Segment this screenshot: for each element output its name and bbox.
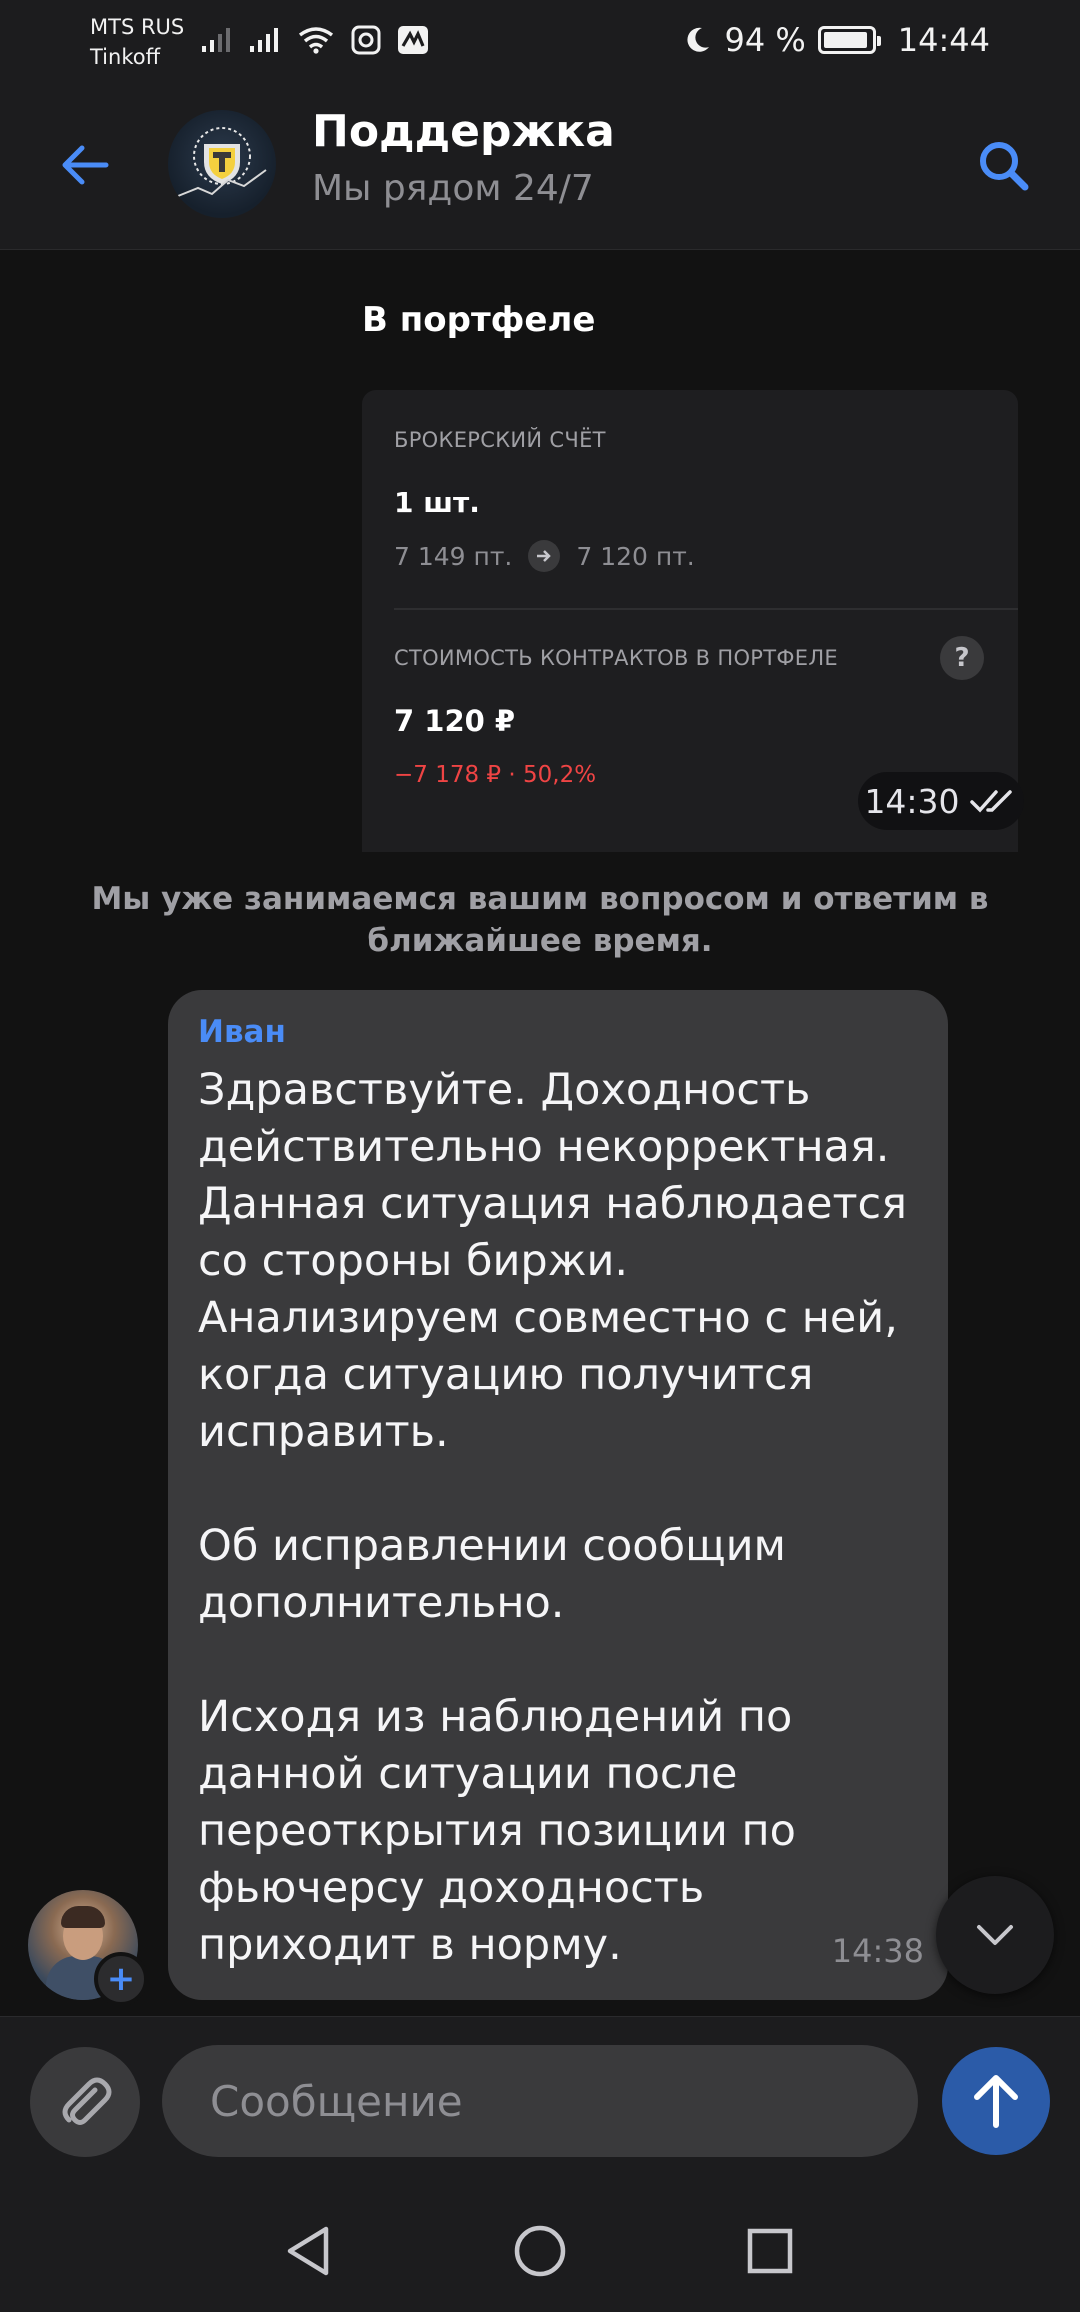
messaging-app-icon bbox=[398, 26, 428, 54]
message-input[interactable] bbox=[162, 2045, 918, 2157]
quantity: 1 шт. bbox=[394, 486, 480, 519]
nav-back-button[interactable] bbox=[273, 2216, 343, 2286]
message-text: Здравствуйте. Доходность действительно н… bbox=[198, 1065, 907, 1970]
bank-logo-icon bbox=[177, 127, 267, 197]
portfolio-title: В портфеле bbox=[362, 300, 596, 340]
battery-icon bbox=[817, 26, 881, 54]
add-contact-button[interactable]: + bbox=[94, 1952, 148, 2006]
help-icon[interactable]: ? bbox=[940, 636, 984, 680]
square-recents-icon bbox=[747, 2228, 793, 2274]
paperclip-icon bbox=[62, 2077, 112, 2125]
attach-button[interactable] bbox=[30, 2047, 140, 2157]
search-icon bbox=[980, 142, 1029, 191]
message-time: 14:30 bbox=[864, 781, 960, 821]
avatar-hair bbox=[61, 1906, 105, 1928]
signal-icon bbox=[250, 28, 278, 52]
message-time: 14:38 bbox=[831, 1932, 924, 1970]
points-from: 7 149 пт. bbox=[394, 541, 513, 571]
carrier-name-secondary: Tinkoff bbox=[90, 45, 161, 69]
back-arrow-icon bbox=[62, 145, 109, 185]
account-label: БРОКЕРСКИЙ СЧЁТ bbox=[394, 428, 606, 452]
chat-screen: MTS RUS Tinkoff 94 % 14:44 Поддержка Мы … bbox=[0, 0, 1080, 2312]
message-bubble[interactable]: Иван Здравствуйте. Доходность действител… bbox=[168, 990, 948, 2000]
cost-change: −7 178 ₽ · 50,2% bbox=[394, 762, 597, 788]
arrow-up-icon bbox=[974, 2075, 1018, 2128]
back-button[interactable] bbox=[50, 130, 120, 200]
carrier-name-primary: MTS RUS bbox=[90, 15, 185, 39]
contracts-label: СТОИМОСТЬ КОНТРАКТОВ В ПОРТФЕЛЕ bbox=[394, 646, 838, 670]
triangle-back-icon bbox=[287, 2226, 329, 2276]
nav-home-button[interactable] bbox=[505, 2216, 575, 2286]
scroll-down-button[interactable] bbox=[936, 1876, 1054, 1994]
moon-icon bbox=[687, 27, 710, 52]
clock: 14:44 bbox=[897, 21, 990, 59]
send-button[interactable] bbox=[942, 2047, 1050, 2155]
carrier-info: MTS RUS Tinkoff bbox=[90, 12, 184, 72]
points-to: 7 120 пт. bbox=[576, 541, 695, 571]
double-check-icon bbox=[969, 790, 1012, 813]
card-divider bbox=[394, 608, 1018, 610]
composer-bar bbox=[0, 2016, 1080, 2190]
search-button[interactable] bbox=[966, 128, 1040, 202]
message-time-badge: 14:30 bbox=[858, 772, 1024, 830]
wifi-icon bbox=[298, 27, 334, 54]
chat-subtitle: Мы рядом 24/7 bbox=[312, 168, 594, 209]
nfc-icon bbox=[351, 25, 381, 55]
chat-avatar[interactable] bbox=[168, 110, 276, 218]
chevron-down-icon bbox=[977, 1925, 1013, 1945]
chat-title: Поддержка bbox=[312, 106, 615, 157]
help-symbol: ? bbox=[954, 643, 970, 673]
sender-name: Иван bbox=[198, 1014, 286, 1050]
arrow-right-icon bbox=[528, 540, 561, 572]
nav-recents-button[interactable] bbox=[735, 2216, 805, 2286]
plus-icon: + bbox=[106, 1959, 136, 1999]
status-icons-right: 94 % 14:44 bbox=[682, 18, 990, 62]
circle-home-icon bbox=[514, 2225, 566, 2277]
battery-percent: 94 % bbox=[724, 21, 806, 59]
system-nav-bar bbox=[0, 2190, 1080, 2312]
status-bar: MTS RUS Tinkoff 94 % 14:44 bbox=[0, 0, 1080, 80]
status-icons-left bbox=[200, 22, 430, 58]
battery-level-fill bbox=[823, 32, 868, 48]
chat-header: Поддержка Мы рядом 24/7 bbox=[0, 80, 1080, 250]
contracts-cost: 7 120 ₽ bbox=[394, 704, 516, 738]
points-change: 7 149 пт. 7 120 пт. bbox=[394, 540, 695, 572]
signal-icon bbox=[202, 28, 230, 52]
system-message: Мы уже занимаемся вашим вопросом и ответ… bbox=[91, 881, 989, 959]
